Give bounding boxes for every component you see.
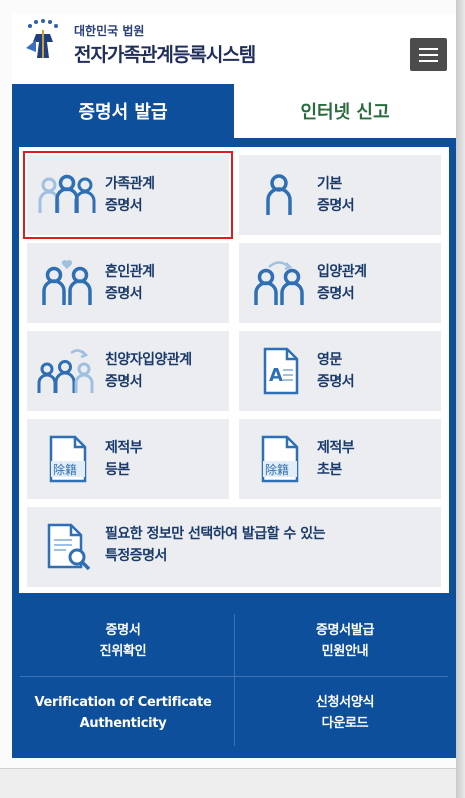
icon-text: 除籍 xyxy=(265,462,289,477)
link-issuance-guide[interactable]: 증명서발급 민원안내 xyxy=(234,608,456,674)
card-full-adoption-certificate[interactable]: 친양자입양관계 증명서 xyxy=(27,331,229,411)
card-label-line1: 필요한 정보만 선택하여 발급할 수 있는 xyxy=(105,526,325,542)
app-frame: 대한민국 법원 전자가족관계등록시스템 증명서 발급 인터넷 신고 가족관계 증… xyxy=(0,0,465,798)
system-title[interactable]: 전자가족관계등록시스템 xyxy=(74,40,256,67)
link-line2: 진위확인 xyxy=(99,644,147,659)
card-label-line2: 증명서 xyxy=(317,198,355,214)
adoption-icon xyxy=(249,257,309,309)
svg-text:A: A xyxy=(269,365,283,386)
card-label-line2: 증명서 xyxy=(105,198,143,214)
card-family-relation-certificate[interactable]: 가족관계 증명서 xyxy=(23,151,233,239)
hamburger-menu-button[interactable] xyxy=(410,38,447,71)
card-label-line1: 입양관계 xyxy=(317,264,367,280)
card-label-line2: 증명서 xyxy=(105,374,143,390)
card-label-line1: 영문 xyxy=(317,352,342,368)
link-line2: 민원안내 xyxy=(321,644,369,659)
bottom-bar xyxy=(0,768,465,798)
card-label-line2: 등본 xyxy=(105,462,130,478)
menu-bar-icon xyxy=(419,47,438,50)
header: 대한민국 법원 전자가족관계등록시스템 xyxy=(12,14,456,84)
card-label-line1: 기본 xyxy=(317,176,342,192)
single-person-icon xyxy=(249,169,309,221)
three-people-icon xyxy=(37,169,97,221)
document-search-icon xyxy=(37,521,97,573)
card-label-line1: 가족관계 xyxy=(105,176,155,192)
link-line1: 신청서양식 xyxy=(315,695,375,710)
org-name: 대한민국 법원 xyxy=(74,24,145,38)
card-english-certificate[interactable]: A 영문 증명서 xyxy=(239,331,441,411)
card-label-line2: 증명서 xyxy=(317,374,355,390)
full-adoption-icon xyxy=(37,345,97,397)
link-form-download[interactable]: 신청서양식 다운로드 xyxy=(234,680,456,746)
card-label-line2: 초본 xyxy=(317,462,342,478)
divider xyxy=(20,676,448,677)
card-label-line2: 증명서 xyxy=(105,286,143,302)
tab-online-report[interactable]: 인터넷 신고 xyxy=(234,84,456,138)
menu-bar-icon xyxy=(419,53,438,56)
english-document-icon: A xyxy=(249,345,309,397)
couple-heart-icon xyxy=(37,257,97,309)
card-label-line1: 제적부 xyxy=(317,440,355,456)
removed-register-extract-icon: 除籍 xyxy=(249,433,309,485)
certificate-grid: 가족관계 증명서 기본 증명서 혼인관계 증명서 입양관계 증명서 친양자입양관… xyxy=(19,147,449,593)
card-removed-register-copy[interactable]: 除籍 제적부 등본 xyxy=(27,419,229,499)
menu-bar-icon xyxy=(419,59,438,62)
link-certificate-verification[interactable]: 증명서 진위확인 xyxy=(12,608,234,674)
court-logo-icon[interactable] xyxy=(22,18,64,62)
bottom-links: 증명서 진위확인 증명서발급 민원안내 Verification of Cert… xyxy=(12,606,456,746)
card-adoption-relation-certificate[interactable]: 입양관계 증명서 xyxy=(239,243,441,323)
link-verification-english[interactable]: Verification of Certificate Authenticity xyxy=(12,680,234,746)
icon-text: 除籍 xyxy=(53,462,77,477)
card-specific-certificate[interactable]: 필요한 정보만 선택하여 발급할 수 있는 특정증명서 xyxy=(27,507,441,587)
removed-register-copy-icon: 除籍 xyxy=(37,433,97,485)
link-line2: 다운로드 xyxy=(321,716,369,731)
link-line2: Authenticity xyxy=(79,716,167,731)
link-line1: Verification of Certificate xyxy=(34,695,212,710)
card-label-line1: 친양자입양관계 xyxy=(105,352,192,368)
scrollbar-edge xyxy=(456,0,465,798)
card-marriage-relation-certificate[interactable]: 혼인관계 증명서 xyxy=(27,243,229,323)
card-label-line2: 증명서 xyxy=(317,286,355,302)
main-panel: 증명서 발급 인터넷 신고 가족관계 증명서 기본 증명서 혼인관계 증명서 입… xyxy=(12,84,456,758)
card-basic-certificate[interactable]: 기본 증명서 xyxy=(239,155,441,235)
tab-certificate-issue[interactable]: 증명서 발급 xyxy=(12,84,234,138)
card-label-line1: 제적부 xyxy=(105,440,143,456)
card-label-line2: 특정증명서 xyxy=(105,548,167,564)
card-label-line1: 혼인관계 xyxy=(105,264,155,280)
link-line1: 증명서 xyxy=(105,623,141,638)
link-line1: 증명서발급 xyxy=(315,623,375,638)
card-removed-register-extract[interactable]: 除籍 제적부 초본 xyxy=(239,419,441,499)
